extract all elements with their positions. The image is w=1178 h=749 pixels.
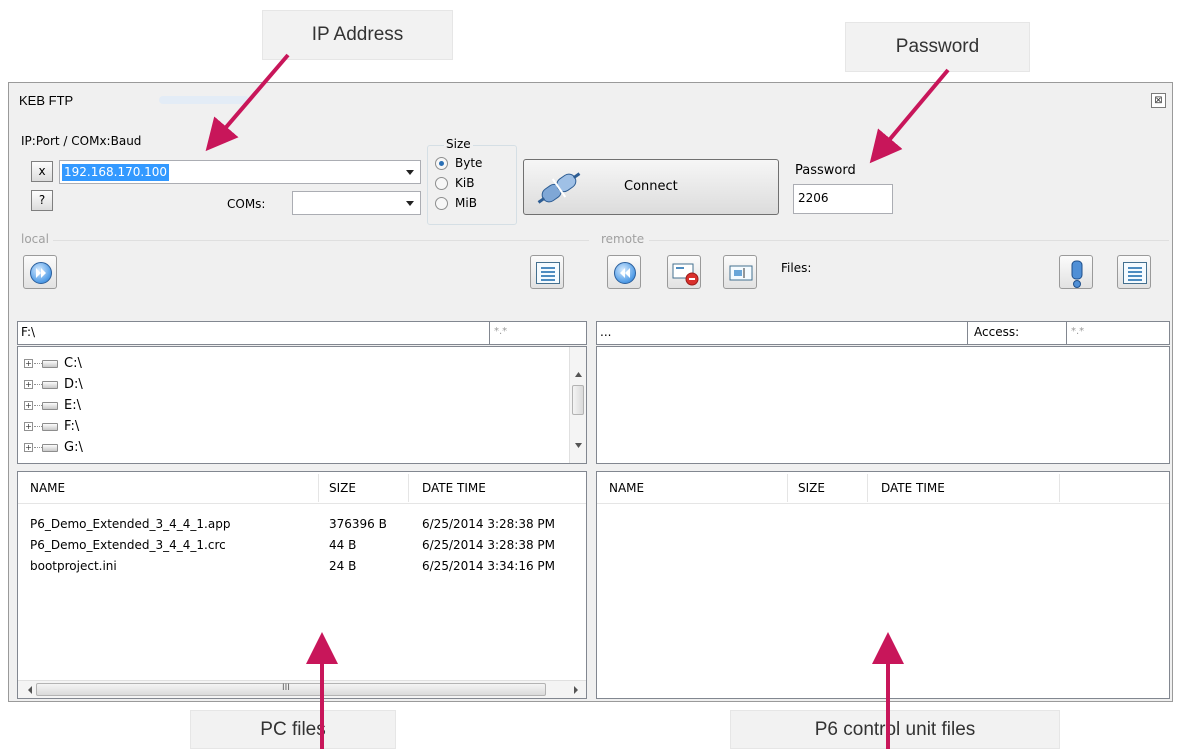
connect-button[interactable]: Connect bbox=[523, 159, 779, 215]
scroll-thumb[interactable] bbox=[572, 385, 584, 415]
expand-icon[interactable]: + bbox=[24, 380, 33, 389]
size-mib-radio[interactable] bbox=[435, 197, 448, 210]
ip-address-combo[interactable]: 192.168.170.100 bbox=[59, 160, 421, 184]
file-name: P6_Demo_Extended_3_4_4_1.crc bbox=[30, 538, 226, 552]
title-blur bbox=[159, 96, 249, 104]
window-title: KEB FTP bbox=[19, 93, 74, 108]
file-size: 44 B bbox=[329, 538, 357, 552]
plug-icon bbox=[537, 172, 581, 204]
delete-remote-button[interactable] bbox=[667, 255, 701, 289]
callout-p6-files: P6 control unit files bbox=[730, 710, 1060, 749]
callout-ip-address: IP Address bbox=[262, 10, 453, 60]
list-icon bbox=[536, 262, 560, 284]
expand-icon[interactable]: + bbox=[24, 422, 33, 431]
help-button[interactable]: ? bbox=[31, 190, 53, 211]
coms-combo[interactable] bbox=[292, 191, 421, 215]
local-path-field[interactable]: F:\ bbox=[17, 321, 490, 345]
remote-divider bbox=[649, 240, 1169, 241]
remote-mask-field[interactable]: *.* bbox=[1066, 321, 1170, 345]
expand-icon[interactable]: + bbox=[24, 401, 33, 410]
file-row[interactable]: P6_Demo_Extended_3_4_4_1.app 376396 B 6/… bbox=[18, 515, 586, 536]
local-drive-tree[interactable]: + C:\ + D:\ + E:\ + F:\ + G:\ bbox=[17, 346, 587, 464]
drive-icon bbox=[42, 444, 58, 452]
close-button[interactable]: ⊠ bbox=[1151, 93, 1166, 108]
rename-icon bbox=[729, 265, 753, 281]
local-list-hscroll[interactable]: III bbox=[18, 680, 586, 698]
rewind-glyph bbox=[620, 268, 630, 278]
callout-password: Password bbox=[845, 22, 1030, 72]
col-size[interactable]: SIZE bbox=[329, 481, 356, 495]
chevron-down-icon[interactable] bbox=[406, 170, 414, 175]
file-size: 376396 B bbox=[329, 517, 387, 531]
title-bar: KEB FTP ⊠ bbox=[9, 83, 1172, 119]
tree-scrollbar[interactable] bbox=[569, 347, 586, 463]
drive-icon bbox=[42, 360, 58, 368]
ip-port-label: IP:Port / COMx:Baud bbox=[21, 134, 142, 148]
local-divider bbox=[53, 240, 589, 241]
remote-list-header: NAME SIZE DATE TIME bbox=[597, 472, 1169, 504]
upload-to-remote-button[interactable] bbox=[23, 255, 57, 289]
clear-ip-button[interactable]: x bbox=[31, 161, 53, 182]
connect-label: Connect bbox=[624, 179, 678, 194]
remote-list-view-button[interactable] bbox=[1117, 255, 1151, 289]
password-label: Password bbox=[795, 163, 856, 178]
file-date: 6/25/2014 3:34:16 PM bbox=[422, 559, 556, 573]
size-mib-label: MiB bbox=[455, 196, 477, 210]
access-label: Access: bbox=[967, 321, 1067, 345]
coms-label: COMs: bbox=[227, 197, 266, 211]
chevron-down-icon[interactable] bbox=[406, 201, 414, 206]
list-icon bbox=[1123, 262, 1147, 284]
local-file-list[interactable]: NAME SIZE DATE TIME P6_Demo_Extended_3_4… bbox=[17, 471, 587, 699]
size-label: Size bbox=[444, 137, 473, 151]
file-name: P6_Demo_Extended_3_4_4_1.app bbox=[30, 517, 231, 531]
rename-remote-button[interactable] bbox=[723, 255, 757, 289]
drive-label: G:\ bbox=[64, 440, 83, 455]
exclamation-icon bbox=[1071, 260, 1083, 288]
hscroll-thumb[interactable]: III bbox=[36, 683, 546, 696]
col-size[interactable]: SIZE bbox=[798, 481, 825, 495]
password-field[interactable]: 2206 bbox=[793, 184, 893, 214]
file-date: 6/25/2014 3:28:38 PM bbox=[422, 538, 556, 552]
ip-address-value: 192.168.170.100 bbox=[62, 164, 170, 181]
drive-icon bbox=[42, 402, 58, 410]
remote-path-field[interactable]: ... bbox=[596, 321, 968, 345]
expand-icon[interactable]: + bbox=[24, 443, 33, 452]
info-button[interactable] bbox=[1059, 255, 1093, 289]
files-label: Files: bbox=[781, 261, 812, 275]
fast-forward-glyph bbox=[36, 268, 46, 278]
file-row[interactable]: P6_Demo_Extended_3_4_4_1.crc 44 B 6/25/2… bbox=[18, 536, 586, 557]
size-byte-radio[interactable] bbox=[435, 157, 448, 170]
expand-icon[interactable]: + bbox=[24, 359, 33, 368]
size-kib-label: KiB bbox=[455, 176, 475, 190]
remote-tree[interactable] bbox=[596, 346, 1170, 464]
local-list-header: NAME SIZE DATE TIME bbox=[18, 472, 586, 504]
col-name[interactable]: NAME bbox=[30, 481, 65, 495]
callout-pc-files: PC files bbox=[190, 710, 396, 749]
col-date[interactable]: DATE TIME bbox=[422, 481, 486, 495]
file-size: 24 B bbox=[329, 559, 357, 573]
remote-section-label: remote bbox=[601, 232, 645, 246]
local-list-view-button[interactable] bbox=[530, 255, 564, 289]
size-byte-label: Byte bbox=[455, 156, 483, 170]
file-row[interactable]: bootproject.ini 24 B 6/25/2014 3:34:16 P… bbox=[18, 557, 586, 578]
drive-label: F:\ bbox=[64, 419, 80, 434]
keb-ftp-window: KEB FTP ⊠ IP:Port / COMx:Baud x 192.168.… bbox=[8, 82, 1173, 702]
col-name[interactable]: NAME bbox=[609, 481, 644, 495]
drive-icon bbox=[42, 423, 58, 431]
col-date[interactable]: DATE TIME bbox=[881, 481, 945, 495]
download-to-local-button[interactable] bbox=[607, 255, 641, 289]
local-section-label: local bbox=[21, 232, 49, 246]
file-date: 6/25/2014 3:28:38 PM bbox=[422, 517, 556, 531]
remote-file-list[interactable]: NAME SIZE DATE TIME bbox=[596, 471, 1170, 699]
drive-label: C:\ bbox=[64, 356, 82, 371]
local-mask-field[interactable]: *.* bbox=[489, 321, 587, 345]
drive-label: D:\ bbox=[64, 377, 83, 392]
size-kib-radio[interactable] bbox=[435, 177, 448, 190]
drive-label: E:\ bbox=[64, 398, 81, 413]
file-name: bootproject.ini bbox=[30, 559, 117, 573]
scroll-grip: III bbox=[282, 683, 290, 693]
drive-icon bbox=[42, 381, 58, 389]
delete-file-icon bbox=[672, 263, 699, 286]
